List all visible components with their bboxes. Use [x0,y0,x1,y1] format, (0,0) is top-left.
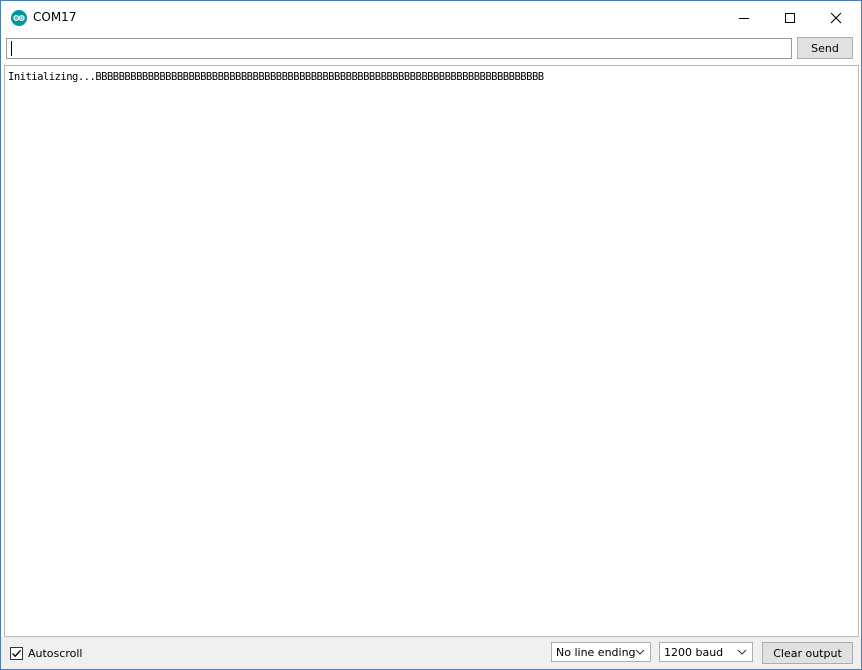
maximize-icon [785,12,795,23]
status-bar: Autoscroll No line ending 1200 baud Clea… [1,637,861,669]
send-button[interactable]: Send [797,37,853,59]
minimize-icon [739,17,749,19]
serial-monitor-window: COM17 Send Initializing...BBBBBBBBBBBBBB… [0,0,862,670]
maximize-button[interactable] [767,1,813,34]
chevron-down-icon [737,649,747,655]
autoscroll-toggle[interactable]: Autoscroll [10,645,82,661]
line-ending-value: No line ending [556,646,636,659]
close-icon [830,12,842,23]
line-ending-select[interactable]: No line ending [551,642,651,662]
minimize-button[interactable] [721,1,767,34]
chevron-down-icon [635,649,645,655]
window-title: COM17 [33,10,77,24]
clear-output-button[interactable]: Clear output [762,642,853,664]
baud-rate-value: 1200 baud [664,646,724,659]
output-text: Initializing...BBBBBBBBBBBBBBBBBBBBBBBBB… [8,71,544,83]
text-caret [11,41,12,56]
serial-input[interactable] [6,38,792,59]
arduino-logo-icon [11,10,27,26]
send-row: Send [5,37,857,61]
autoscroll-checkbox[interactable] [10,646,23,660]
checkmark-icon [12,649,21,657]
title-bar[interactable]: COM17 [1,1,861,34]
serial-output[interactable]: Initializing...BBBBBBBBBBBBBBBBBBBBBBBBB… [4,65,859,637]
baud-rate-select[interactable]: 1200 baud [659,642,753,662]
close-button[interactable] [813,1,859,34]
autoscroll-label: Autoscroll [28,646,83,660]
